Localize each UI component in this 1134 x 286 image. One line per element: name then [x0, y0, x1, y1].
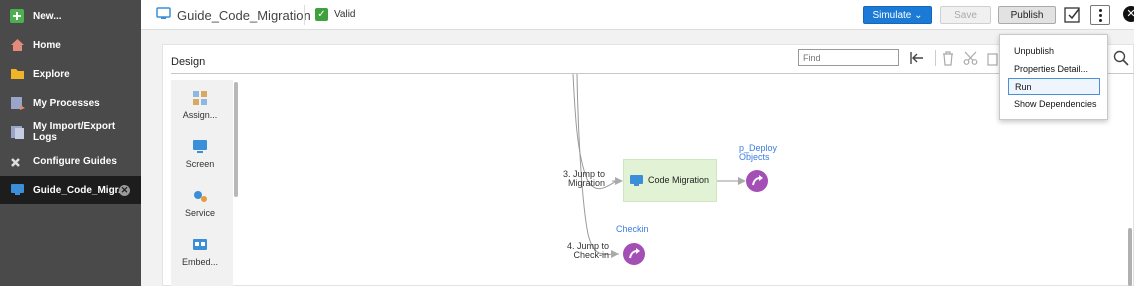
sidebar-item-new[interactable]: New... [0, 2, 141, 30]
assignment-icon [193, 91, 207, 105]
jump-label-line: Check-in [573, 250, 610, 260]
palette-item-screen[interactable]: Screen [171, 139, 229, 169]
sidebar-item-guide-code-migration[interactable]: Guide_Code_Migr... ✕ [0, 176, 141, 204]
menu-item-properties-detail[interactable]: Properties Detail... [1008, 61, 1100, 78]
cut-icon[interactable] [963, 51, 978, 69]
design-title: Design [171, 56, 206, 68]
folder-icon [10, 67, 26, 81]
sidebar-item-label: New... [33, 10, 62, 22]
service-icon [194, 191, 207, 202]
processes-icon [10, 96, 26, 110]
flow-node-checkin[interactable] [623, 243, 645, 265]
tools-icon [10, 154, 26, 168]
palette-item-label: Screen [185, 159, 215, 169]
valid-check-icon: ✓ [315, 8, 328, 21]
jump-label-migration: 3. Jump to Migration [563, 170, 605, 188]
sidebar-item-label: Guide_Code_Migr... [33, 184, 127, 196]
home-icon [10, 38, 26, 52]
sidebar-item-label: Configure Guides [33, 155, 117, 167]
checkin-label: Checkin [616, 224, 649, 234]
checklist-icon[interactable] [1063, 5, 1083, 25]
sidebar-item-explore[interactable]: Explore [0, 60, 141, 88]
copy-icon[interactable] [987, 51, 999, 69]
more-options-button[interactable] [1090, 5, 1110, 25]
jump-arrow-icon [752, 175, 763, 186]
deploy-objects-label: p_Deploy Objects [739, 144, 777, 162]
divider [304, 5, 305, 25]
menu-item-unpublish[interactable]: Unpublish [1008, 43, 1100, 60]
guide-icon [156, 7, 171, 24]
close-icon[interactable]: ✕ [1123, 6, 1134, 22]
screen-icon [193, 140, 207, 153]
sidebar-item-label: My Processes [33, 97, 100, 109]
palette-item-service[interactable]: Service [171, 188, 229, 218]
logs-icon [10, 125, 26, 139]
palette-item-label: Assign... [182, 110, 218, 120]
canvas-scrollbar[interactable] [1128, 228, 1132, 286]
sidebar-item-import-export-logs[interactable]: My Import/Export Logs [0, 118, 141, 146]
page-title: Guide_Code_Migration [177, 8, 311, 23]
palette-item-embed[interactable]: Embed... [171, 237, 229, 267]
publish-button[interactable]: Publish [998, 6, 1056, 24]
flow-node-code-migration[interactable]: Code Migration [623, 159, 717, 202]
close-tab-icon[interactable]: ✕ [119, 184, 130, 196]
sidebar-item-label: My Import/Export Logs [33, 121, 116, 143]
menu-item-run[interactable]: Run [1008, 78, 1100, 95]
node-label: Code Migration [648, 175, 710, 185]
sidebar-item-home[interactable]: Home [0, 31, 141, 59]
jump-label-checkin: 4. Jump to Check-in [567, 242, 609, 260]
jump-arrow-icon [629, 248, 640, 259]
menu-item-show-dependencies[interactable]: Show Dependencies [1008, 96, 1100, 113]
palette: Assign... Screen Service Embed... [171, 80, 238, 286]
simulate-button[interactable]: Simulate ⌄ [863, 6, 932, 24]
sidebar-item-label: Home [33, 39, 61, 51]
find-input[interactable] [798, 49, 899, 66]
screen-icon [630, 175, 643, 186]
flow-node-deploy-objects[interactable] [746, 170, 768, 192]
more-options-menu: Unpublish Properties Detail... Run Show … [999, 34, 1108, 120]
top-header: Guide_Code_Migration ✓ Valid Simulate ⌄ … [141, 0, 1134, 30]
status-label: Valid [334, 9, 356, 20]
zoom-icon[interactable] [1113, 50, 1129, 69]
palette-item-label: Service [184, 208, 215, 218]
save-button[interactable]: Save [940, 6, 991, 24]
jump-label-line: Migration [568, 178, 606, 188]
palette-item-label: Embed... [181, 257, 219, 267]
delete-icon[interactable] [941, 51, 955, 69]
sidebar: New... Home Explore My Processes My Impo… [0, 0, 141, 286]
guide-icon [10, 183, 26, 197]
palette-item-assignment[interactable]: Assign... [171, 90, 229, 120]
sidebar-item-label: Explore [33, 68, 70, 80]
sidebar-item-my-processes[interactable]: My Processes [0, 89, 141, 117]
sidebar-item-configure-guides[interactable]: Configure Guides [0, 147, 141, 175]
deploy-label-line: Objects [739, 152, 770, 162]
embed-icon [193, 239, 207, 250]
divider [935, 50, 936, 66]
collapse-left-icon[interactable] [909, 51, 925, 68]
plus-icon [10, 9, 26, 23]
